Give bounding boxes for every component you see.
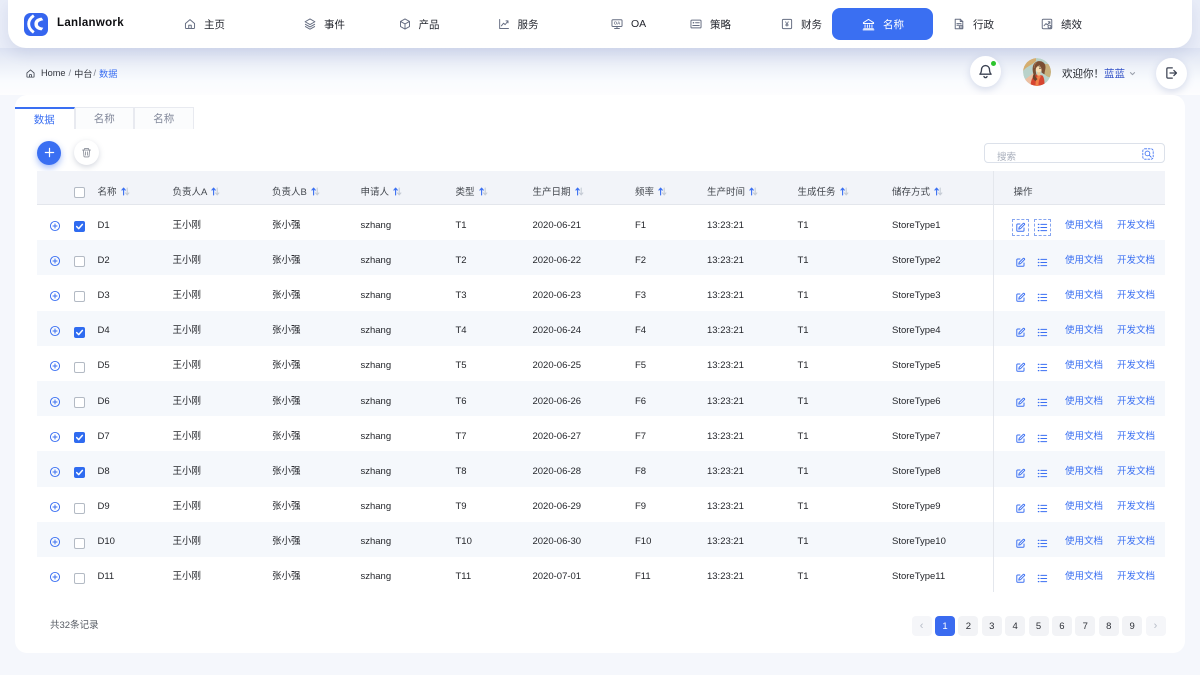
svg-text:¥: ¥ xyxy=(785,22,789,29)
svg-text:OA: OA xyxy=(614,21,621,26)
